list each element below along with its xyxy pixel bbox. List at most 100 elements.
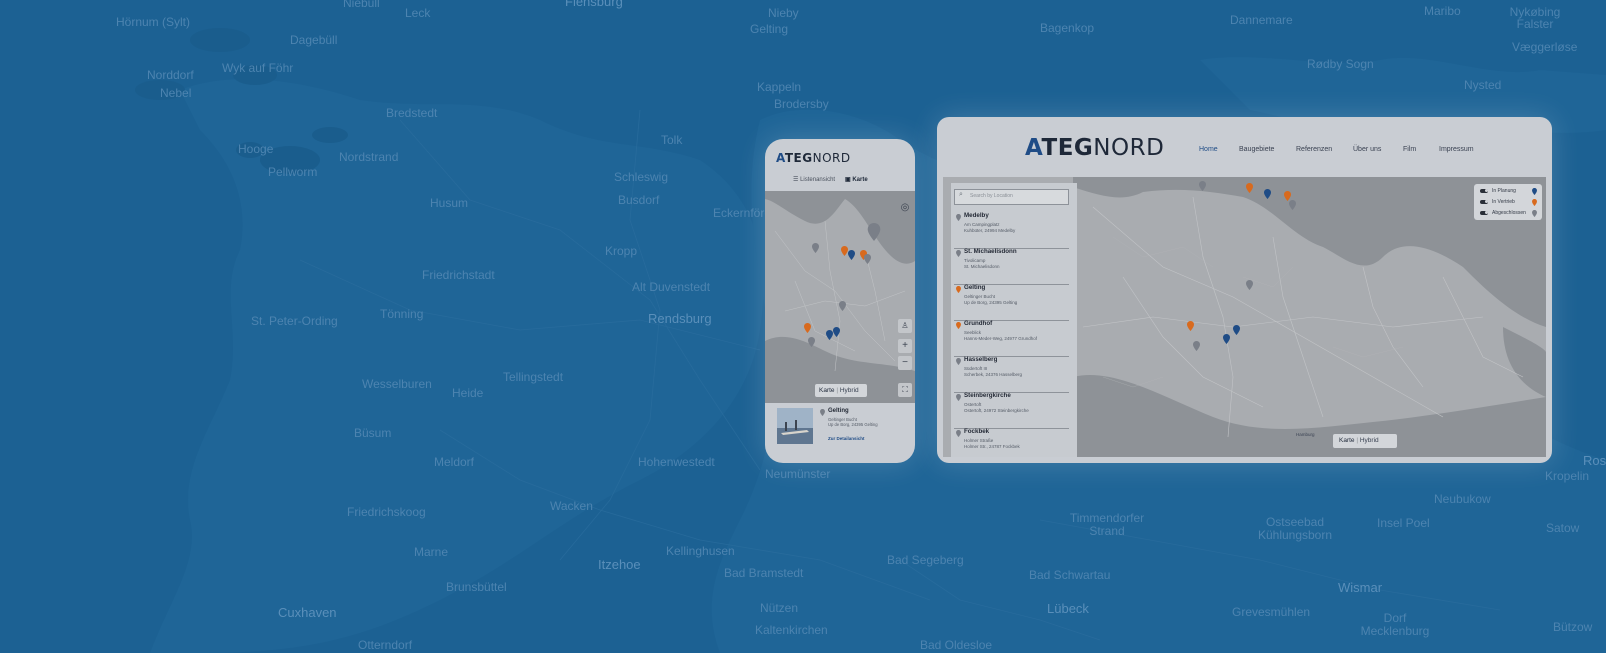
- map-pin-planning[interactable]: [1223, 334, 1230, 344]
- list-item[interactable]: Fockbek Holmer Straße Holmer Str., 24787…: [954, 428, 1069, 457]
- map-legend: In Planung In Vertrieb Abgeschlossen: [1474, 184, 1542, 220]
- nav-ueber-uns[interactable]: Über uns: [1353, 146, 1381, 153]
- map-pin-planning[interactable]: [826, 330, 833, 340]
- map-pin-done[interactable]: [1199, 181, 1206, 191]
- list-item[interactable]: Hasselberg Südertoft III Scherbek, 24376…: [954, 356, 1069, 393]
- map-label: Grevesmühlen: [1232, 605, 1311, 619]
- map-label: Insel Poel: [1377, 516, 1430, 530]
- pin-icon: [956, 214, 961, 221]
- legend-row-done[interactable]: Abgeschlossen: [1480, 210, 1526, 216]
- map-label: Rendsburg: [648, 311, 712, 326]
- map-label: Nebel: [160, 86, 192, 100]
- nav-film[interactable]: Film: [1403, 146, 1416, 153]
- nav-referenzen[interactable]: Referenzen: [1296, 146, 1332, 153]
- tab-map-view[interactable]: ▣ Karte: [845, 176, 868, 183]
- desktop-logo: ATEGNORD: [1025, 135, 1164, 161]
- map-pin-planning[interactable]: [1264, 189, 1271, 199]
- tab-list-view[interactable]: ☰ Listenansicht: [793, 176, 835, 183]
- nav-baugebiete[interactable]: Baugebiete: [1239, 146, 1274, 153]
- legend-row-sale[interactable]: In Vertrieb: [1480, 199, 1515, 205]
- toggle-icon[interactable]: [1480, 188, 1488, 193]
- legend-label: In Planung: [1492, 188, 1516, 194]
- mobile-map[interactable]: ◎ ♙ + − ⛶ Karte | Hybrid: [765, 191, 915, 403]
- legend-pin-planning: [1532, 188, 1537, 195]
- map-pin-planning[interactable]: [1233, 325, 1240, 335]
- map-label: Bredstedt: [386, 106, 438, 120]
- map-label: Nützen: [760, 601, 799, 615]
- map-pin-sale[interactable]: [1246, 183, 1253, 193]
- map-label: Ros: [1583, 453, 1606, 468]
- map-pin-done[interactable]: [839, 301, 846, 311]
- map-label: Bad Bramstedt: [724, 566, 804, 580]
- street-view-button[interactable]: ♙: [898, 319, 912, 333]
- list-item[interactable]: Gelting Geltinger Bucht Up de Borg, 2439…: [954, 284, 1069, 321]
- map-pin-planning[interactable]: [848, 250, 855, 260]
- search-icon: ⌕: [959, 191, 963, 198]
- location-name: Hasselberg: [964, 356, 998, 363]
- fullscreen-icon: ⛶: [902, 385, 908, 394]
- legend-row-planning[interactable]: In Planung: [1480, 188, 1516, 194]
- map-pin-done[interactable]: [1246, 280, 1253, 290]
- map-pin-done[interactable]: [1193, 341, 1200, 351]
- map-type-hybrid[interactable]: Hybrid: [1360, 437, 1379, 444]
- nav-impressum[interactable]: Impressum: [1439, 146, 1474, 153]
- map-label: Norddorf: [147, 68, 194, 82]
- map-label: Bad Schwartau: [1029, 568, 1111, 582]
- map-label: Niebüll: [343, 0, 380, 10]
- map-pin-done[interactable]: [812, 243, 819, 253]
- toggle-icon[interactable]: [1480, 210, 1488, 215]
- pegman-icon: ♙: [901, 321, 909, 330]
- map-label: Itzehoe: [598, 557, 641, 572]
- zoom-out-button[interactable]: −: [898, 356, 912, 370]
- map-label: Dannemare: [1230, 13, 1293, 27]
- detail-view-link[interactable]: Zur Detailansicht: [828, 436, 865, 441]
- toggle-icon[interactable]: [1480, 199, 1488, 204]
- map-pin-done[interactable]: [1289, 200, 1296, 210]
- map-label: Dorf Mecklenburg: [1360, 611, 1430, 638]
- map-label: Friedrichskoog: [347, 505, 426, 519]
- map-type-karte[interactable]: Karte: [819, 387, 835, 394]
- fullscreen-button[interactable]: ⛶: [898, 383, 912, 397]
- location-sidebar: ⌕ Search by Location Medelby Am Campingp…: [951, 183, 1077, 457]
- map-icon: ▣: [845, 177, 851, 183]
- map-city-label: Hamburg: [1296, 432, 1315, 437]
- locate-button[interactable]: ◎: [898, 201, 912, 215]
- list-item[interactable]: Steinbergkirche Ostertoft Ostertoft, 249…: [954, 392, 1069, 429]
- map-pin-done[interactable]: [867, 223, 881, 241]
- search-box[interactable]: ⌕ Search by Location: [954, 189, 1069, 205]
- location-name: Steinbergkirche: [964, 392, 1011, 399]
- map-label: Bützow: [1553, 620, 1593, 634]
- map-type-hybrid[interactable]: Hybrid: [840, 387, 859, 394]
- map-label: Tolk: [661, 133, 683, 147]
- legend-label: Abgeschlossen: [1492, 210, 1526, 216]
- location-line1: Ostertoft: [964, 402, 982, 407]
- desktop-map[interactable]: ⌕ Search by Location Medelby Am Campingp…: [943, 177, 1546, 457]
- map-label: Kaltenkirchen: [755, 623, 828, 637]
- location-name: Grundhof: [964, 320, 993, 327]
- map-label: Meldorf: [434, 455, 475, 469]
- map-label: Nysted: [1464, 78, 1502, 92]
- nav-home[interactable]: Home: [1199, 146, 1218, 153]
- map-pin-done[interactable]: [808, 337, 815, 347]
- mobile-location-preview[interactable]: Gelting Geltinger Bucht Up de Borg, 2439…: [765, 403, 915, 463]
- list-item[interactable]: St. Michaelisdonn Tivolicamp St. Michael…: [954, 248, 1069, 285]
- map-label: Brodersby: [774, 97, 829, 111]
- pin-icon: [956, 250, 961, 257]
- tab-list-label: Listenansicht: [800, 177, 836, 183]
- location-name: Gelting: [964, 284, 986, 291]
- list-item[interactable]: Medelby Am Campingplatz Kuhbüter, 24994 …: [954, 212, 1069, 249]
- pin-icon: [956, 286, 961, 293]
- map-type-karte[interactable]: Karte: [1339, 437, 1355, 444]
- zoom-in-button[interactable]: +: [898, 339, 912, 353]
- map-pin-sale[interactable]: [1187, 321, 1194, 331]
- map-label: Alt Duvenstedt: [632, 280, 711, 294]
- map-pin-planning[interactable]: [833, 327, 840, 337]
- logo-a: A: [1025, 135, 1042, 161]
- list-item[interactable]: Grundhof Seeblick Hanns-Meder-Weg, 24977…: [954, 320, 1069, 357]
- map-pin-done[interactable]: [864, 254, 871, 264]
- map-pin-sale[interactable]: [804, 323, 811, 333]
- location-line2: Kuhbüter, 24994 Medelby: [964, 228, 1016, 233]
- location-name: St. Michaelisdonn: [964, 248, 1017, 255]
- mobile-map-type-toggle: Karte | Hybrid: [815, 384, 867, 397]
- map-pin-sale[interactable]: [841, 246, 848, 256]
